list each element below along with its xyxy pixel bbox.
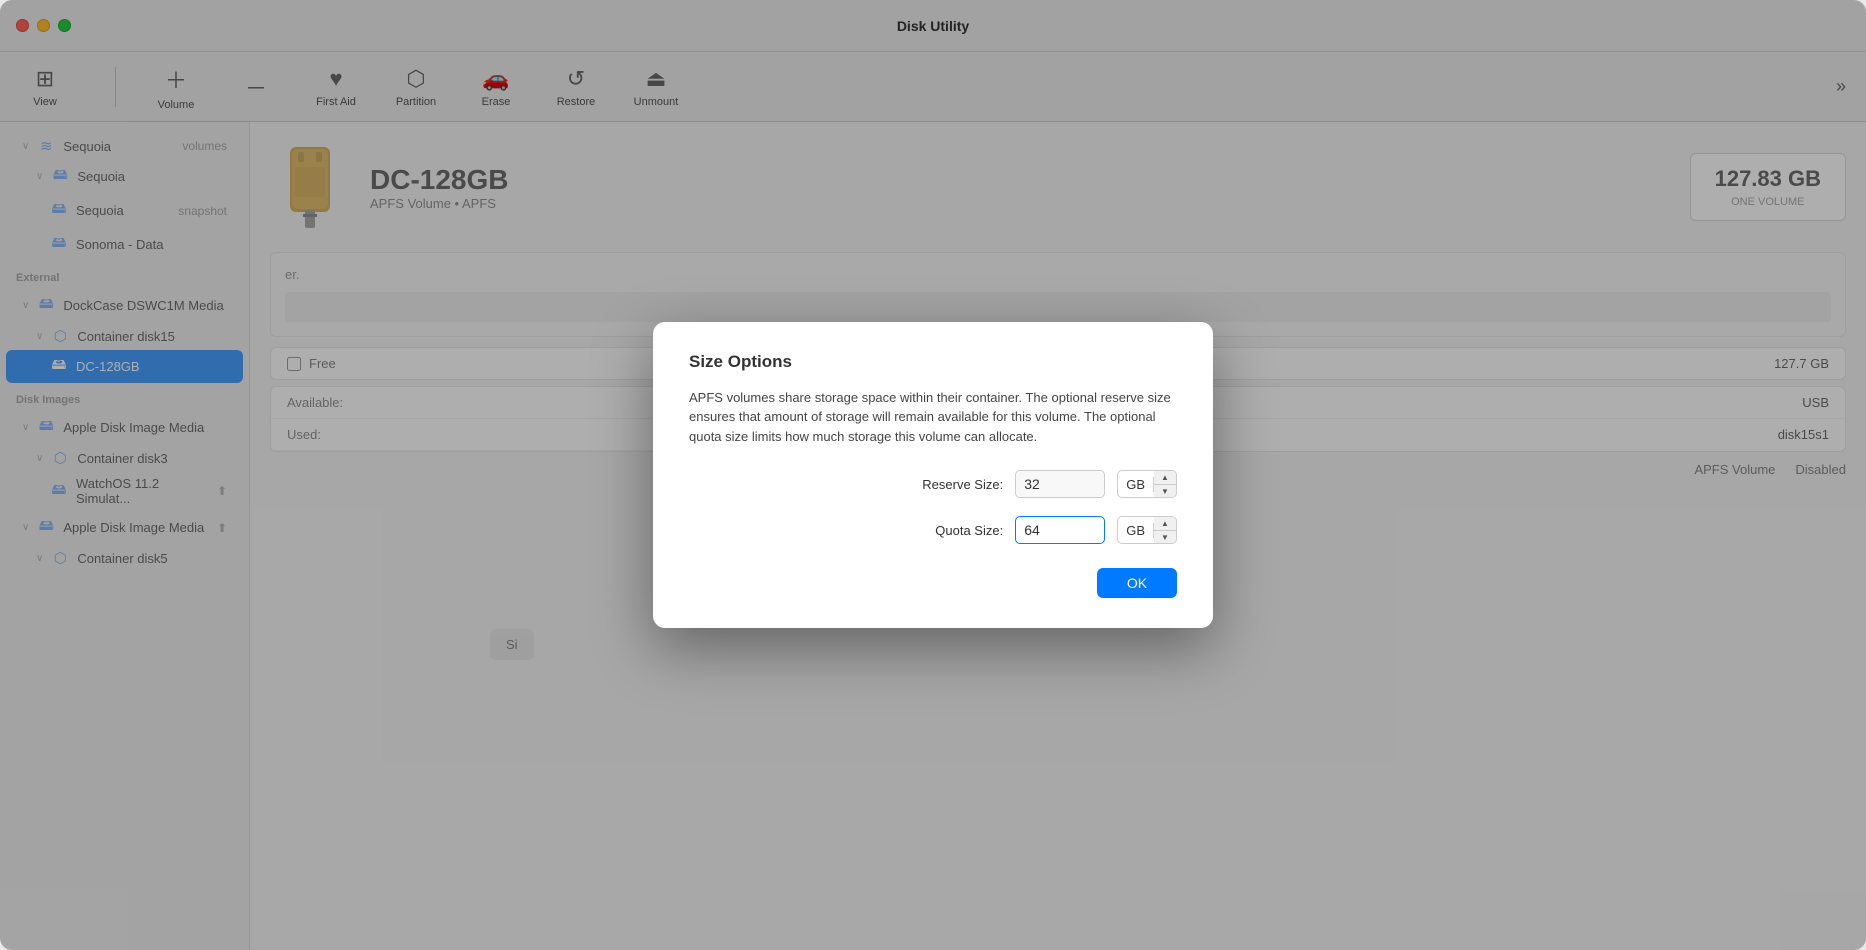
reserve-size-row: Reserve Size: GB ▲ ▼ — [689, 470, 1177, 498]
reserve-unit-stepper[interactable]: GB ▲ ▼ — [1117, 470, 1177, 498]
modal-title: Size Options — [689, 352, 1177, 372]
quota-stepper-buttons: ▲ ▼ — [1154, 517, 1176, 543]
modal-description: APFS volumes share storage space within … — [689, 388, 1177, 447]
reserve-stepper-down[interactable]: ▼ — [1154, 485, 1176, 498]
quota-size-input[interactable] — [1015, 516, 1105, 544]
quota-stepper-up[interactable]: ▲ — [1154, 517, 1176, 531]
quota-unit-stepper[interactable]: GB ▲ ▼ — [1117, 516, 1177, 544]
size-options-modal: Size Options APFS volumes share storage … — [653, 322, 1213, 629]
quota-stepper-down[interactable]: ▼ — [1154, 531, 1176, 544]
reserve-size-input[interactable] — [1015, 470, 1105, 498]
app-window: Disk Utility ⊞ View ＋ Volume － ♥ First A… — [0, 0, 1866, 950]
reserve-unit-label: GB — [1118, 477, 1154, 492]
modal-buttons: OK — [689, 568, 1177, 598]
reserve-stepper-buttons: ▲ ▼ — [1154, 471, 1176, 497]
quota-size-row: Quota Size: GB ▲ ▼ — [689, 516, 1177, 544]
reserve-stepper-up[interactable]: ▲ — [1154, 471, 1176, 485]
modal-overlay: Size Options APFS volumes share storage … — [0, 0, 1866, 950]
quota-size-label: Quota Size: — [935, 523, 1003, 538]
ok-button[interactable]: OK — [1097, 568, 1177, 598]
quota-unit-label: GB — [1118, 523, 1154, 538]
reserve-size-label: Reserve Size: — [922, 477, 1003, 492]
